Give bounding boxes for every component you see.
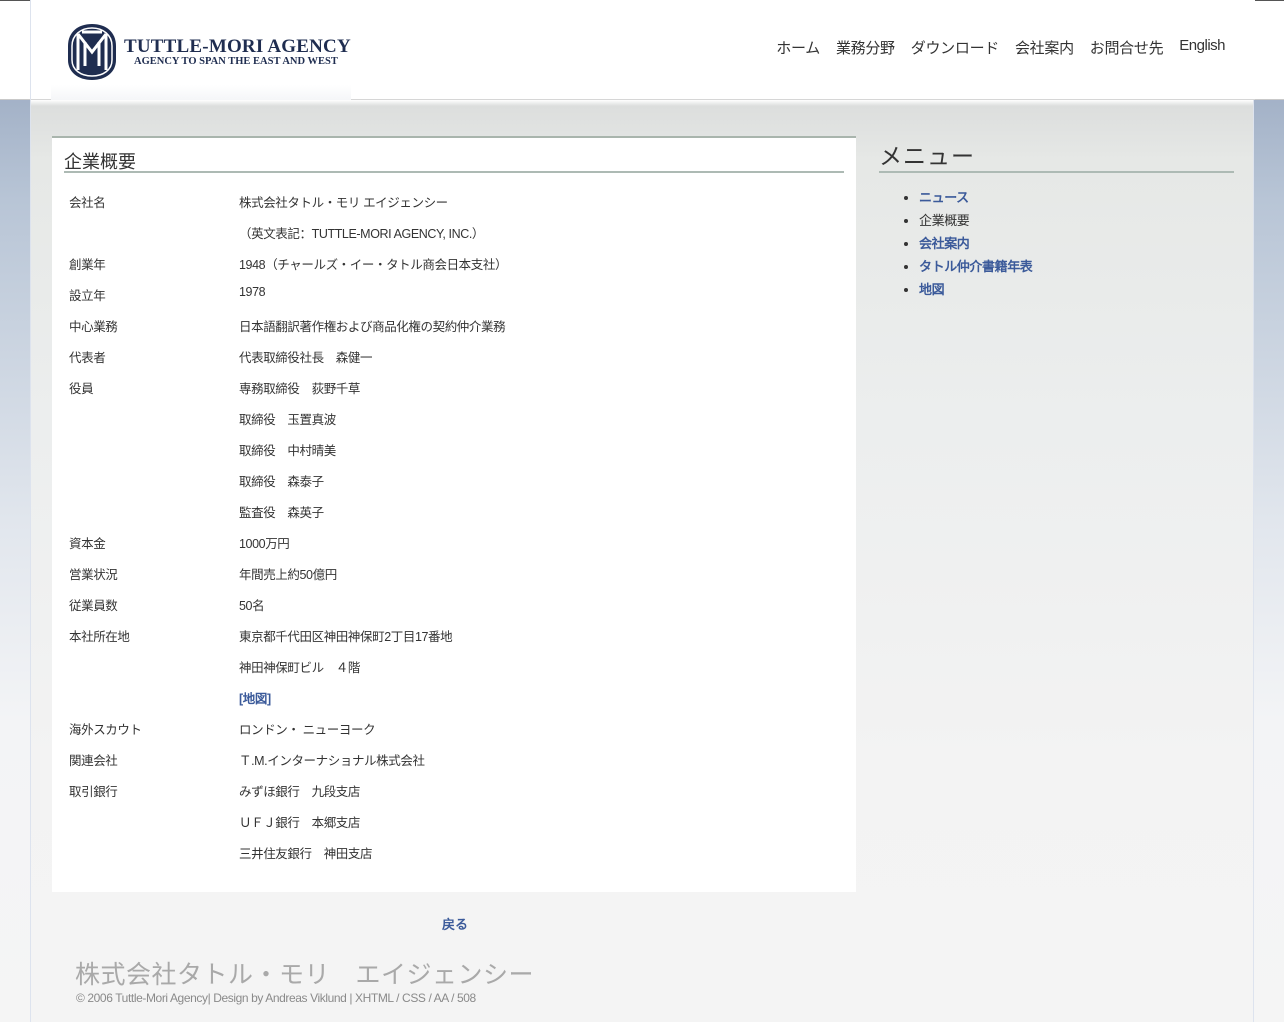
row-label [64,837,239,868]
sidebar-menu: ニュース 企業概要 会社案内 タトル仲介書籍年表 地図 [879,187,1234,302]
table-row: 取引銀行 みずほ銀行 九段支店 [64,775,624,806]
sidebar-item-company: 会社案内 [919,233,1234,256]
row-value: [地図] [239,682,624,713]
row-label: 従業員数 [69,599,118,613]
row-value: 年間売上約50億円 [239,568,337,582]
row-label [64,651,239,682]
table-row: [地図] [64,682,624,713]
row-value: 50名 [239,599,265,613]
row-value: （英文表記：TUTTLE-MORI AGENCY, INC.） [239,227,485,241]
row-value: 監査役 森英子 [239,506,324,520]
logo-title: TUTTLE-MORI AGENCY [124,36,351,57]
footer-company-name: 株式会社タトル・モリ エイジェンシー [75,960,535,989]
row-label [64,465,239,496]
row-value: ＵＦＪ銀行 本郷支店 [239,816,361,830]
table-row: ＵＦＪ銀行 本郷支店 [64,806,624,837]
table-row: 資本金 1000万円 [64,527,624,558]
table-row: 取締役 中村晴美 [64,434,624,465]
section-title: 企業概要 [64,148,844,173]
row-value: 1948（チャールズ・イー・タトル商会日本支社） [239,258,508,272]
table-row: 取締役 玉置真波 [64,403,624,434]
table-row: 監査役 森英子 [64,496,624,527]
footer-copyright: © 2006 Tuttle-Mori Agency| Design by And… [76,991,476,1005]
sidebar-item-news: ニュース [919,187,1234,210]
nav-download[interactable]: ダウンロード [911,37,1000,58]
nav-home[interactable]: ホーム [776,37,820,58]
table-row: 取締役 森泰子 [64,465,624,496]
row-label: 会社名 [69,196,106,210]
tuttle-mori-emblem-icon [68,24,116,80]
row-value: 1000万円 [239,537,290,551]
row-label [64,434,239,465]
table-row: 神田神保町ビル ４階 [64,651,624,682]
row-value: 代表取締役社長 森健一 [239,351,373,365]
row-value: 東京都千代田区神田神保町2丁目17番地 [239,630,453,644]
sidebar: メニュー ニュース 企業概要 会社案内 タトル仲介書籍年表 地図 [879,146,1234,302]
nav-business[interactable]: 業務分野 [836,37,895,58]
row-value: 株式会社タトル・モリ エイジェンシー [239,196,448,210]
table-row: 関連会社 Ｔ.M.インターナショナル株式会社 [64,744,624,775]
sidebar-item-chronology: タトル仲介書籍年表 [919,256,1234,279]
site-header: TUTTLE-MORI AGENCY AGENCY TO SPAN THE EA… [31,0,1255,100]
row-label: 関連会社 [69,754,118,768]
main-nav: ホーム 業務分野 ダウンロード 会社案内 お問合せ先 English [776,37,1225,58]
page-container: TUTTLE-MORI AGENCY AGENCY TO SPAN THE EA… [30,0,1255,1022]
row-value: 取締役 中村晴美 [239,444,336,458]
row-value: Ｔ.M.インターナショナル株式会社 [239,754,425,768]
row-value: みずほ銀行 九段支店 [239,785,361,799]
map-link[interactable]: [地図] [239,692,271,706]
table-row: 創業年 1948（チャールズ・イー・タトル商会日本支社） [64,248,624,279]
row-value: 神田神保町ビル ４階 [239,661,361,675]
row-label: 中心業務 [69,320,118,334]
row-value: 取締役 森泰子 [239,475,324,489]
table-row: 営業状況 年間売上約50億円 [64,558,624,589]
row-label: 営業状況 [69,568,118,582]
sidebar-link-company[interactable]: 会社案内 [919,236,970,251]
row-label: 資本金 [69,537,106,551]
table-row: （英文表記：TUTTLE-MORI AGENCY, INC.） [64,217,624,248]
table-row: 本社所在地 東京都千代田区神田神保町2丁目17番地 [64,620,624,651]
company-overview-panel: 企業概要 会社名 株式会社タトル・モリ エイジェンシー （英文表記：TUTTLE-M… [52,136,856,892]
table-row: 従業員数 50名 [64,589,624,620]
table-row: 会社名 株式会社タトル・モリ エイジェンシー [64,186,624,217]
table-row: 設立年 1978 [64,279,624,310]
row-label: 役員 [69,382,94,396]
table-row: 三井住友銀行 神田支店 [64,837,624,868]
row-value: 1978 [239,285,266,299]
logo[interactable]: TUTTLE-MORI AGENCY AGENCY TO SPAN THE EA… [51,0,351,100]
table-row: 中心業務 日本語翻訳著作権および商品化権の契約仲介業務 [64,310,624,341]
table-row: 代表者 代表取締役社長 森健一 [64,341,624,372]
sidebar-link-news[interactable]: ニュース [919,190,969,205]
table-row: 役員 専務取締役 荻野千草 [64,372,624,403]
sidebar-link-chronology[interactable]: タトル仲介書籍年表 [919,259,1033,274]
row-value: 日本語翻訳著作権および商品化権の契約仲介業務 [239,320,506,334]
nav-english[interactable]: English [1179,37,1225,58]
nav-contact[interactable]: お問合せ先 [1090,37,1164,58]
back-link[interactable]: 戻る [442,914,468,933]
row-label: 本社所在地 [69,630,130,644]
table-row: 海外スカウト ロンドン・ ニューヨーク [64,713,624,744]
row-label [64,217,239,248]
sidebar-title: メニュー [879,146,1234,173]
sidebar-item-overview: 企業概要 [919,210,1234,233]
row-value: ロンドン・ ニューヨーク [239,723,376,737]
row-label: 海外スカウト [69,723,142,737]
row-label: 取引銀行 [69,785,118,799]
row-value: 専務取締役 荻野千草 [239,382,361,396]
row-label [64,496,239,527]
row-label [64,682,239,713]
company-info-table: 会社名 株式会社タトル・モリ エイジェンシー （英文表記：TUTTLE-MORI A… [64,186,624,868]
row-label: 設立年 [69,289,106,303]
nav-company[interactable]: 会社案内 [1015,37,1074,58]
row-label [64,403,239,434]
sidebar-item-map: 地図 [919,279,1234,302]
row-value: 三井住友銀行 神田支店 [239,847,373,861]
row-value: 取締役 玉置真波 [239,413,336,427]
sidebar-link-map[interactable]: 地図 [919,282,945,297]
logo-subtitle: AGENCY TO SPAN THE EAST AND WEST [134,56,338,67]
row-label: 代表者 [69,351,106,365]
row-label [64,806,239,837]
row-label: 創業年 [69,258,106,272]
